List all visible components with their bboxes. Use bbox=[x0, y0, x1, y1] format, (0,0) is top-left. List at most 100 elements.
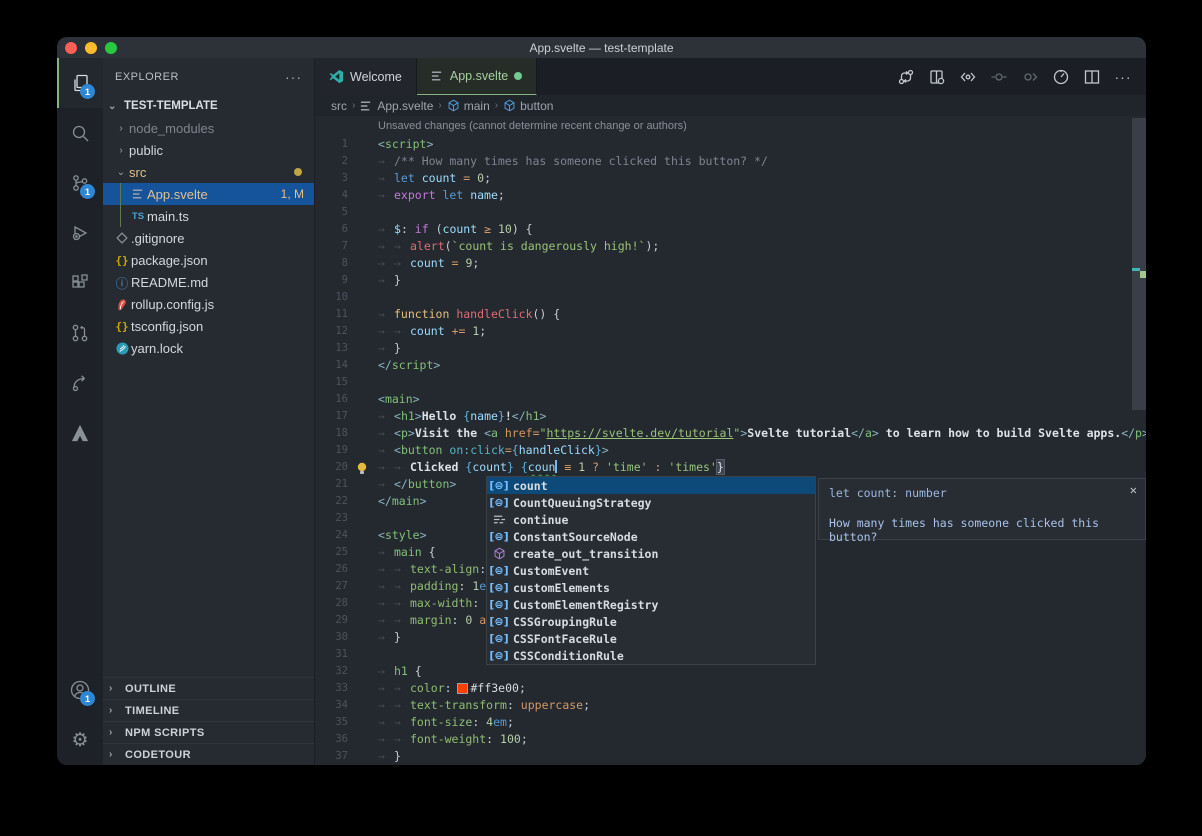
activity-item-pull-requests[interactable] bbox=[57, 308, 103, 358]
tree-item-.gitignore[interactable]: .gitignore bbox=[103, 227, 314, 249]
breadcrumb-item-button[interactable]: button bbox=[503, 99, 553, 113]
suggestion-CSSFontFaceRule[interactable]: [⊜]CSSFontFaceRule bbox=[487, 630, 815, 647]
glyph-margin bbox=[348, 374, 378, 391]
workspace-root-folder[interactable]: ⌄ TEST-TEMPLATE bbox=[103, 95, 314, 117]
tree-item-README.md[interactable]: ⓘREADME.md bbox=[103, 271, 314, 293]
open-changes-icon[interactable] bbox=[926, 66, 948, 88]
activity-item-live-share[interactable] bbox=[57, 358, 103, 408]
line-number: 36 bbox=[315, 731, 348, 748]
line-number: 4 bbox=[315, 187, 348, 204]
tree-item-src[interactable]: ⌄src bbox=[103, 161, 314, 183]
file-label: public bbox=[129, 143, 163, 158]
line-number: 28 bbox=[315, 595, 348, 612]
suggestion-CountQueuingStrategy[interactable]: [⊜]CountQueuingStrategy bbox=[487, 494, 815, 511]
glyph-margin bbox=[348, 510, 378, 527]
symbol-variable-icon: [⊜] bbox=[490, 530, 508, 543]
glyph-margin bbox=[348, 595, 378, 612]
breadcrumb-item-main[interactable]: main bbox=[447, 99, 490, 113]
tab-welcome[interactable]: Welcome bbox=[315, 58, 417, 95]
chevron-icon: ⌄ bbox=[113, 167, 129, 178]
glyph-margin bbox=[348, 153, 378, 170]
line-number: 34 bbox=[315, 697, 348, 714]
more-actions-icon[interactable]: ··· bbox=[1112, 66, 1134, 88]
glyph-margin bbox=[348, 340, 378, 357]
activity-item-source-control[interactable]: 1 bbox=[57, 158, 103, 208]
sidebar-section-codetour[interactable]: ›CODETOUR bbox=[103, 743, 314, 765]
sidebar-sections: ›OUTLINE›TIMELINE›NPM SCRIPTS›CODETOUR bbox=[103, 677, 314, 765]
line-number: 24 bbox=[315, 527, 348, 544]
tab-app-svelte[interactable]: App.svelte bbox=[417, 58, 537, 95]
split-editor-icon[interactable] bbox=[1081, 66, 1103, 88]
code-line-36: 36→→font-weight: 100; bbox=[315, 731, 1146, 748]
suggestion-ConstantSourceNode[interactable]: [⊜]ConstantSourceNode bbox=[487, 528, 815, 545]
activity-item-search[interactable] bbox=[57, 108, 103, 158]
yarn-icon bbox=[113, 342, 131, 355]
code-line-13: 13→} bbox=[315, 340, 1146, 357]
sidebar-section-npm-scripts[interactable]: ›NPM SCRIPTS bbox=[103, 721, 314, 743]
more-actions-icon[interactable]: ··· bbox=[285, 69, 302, 85]
symbol-variable-icon: [⊜] bbox=[490, 632, 508, 645]
code-line-3: 3→let count = 0; bbox=[315, 170, 1146, 187]
suggestion-CSSConditionRule[interactable]: [⊜]CSSConditionRule bbox=[487, 647, 815, 664]
activity-item-extensions[interactable] bbox=[57, 258, 103, 308]
suggestion-CSSGroupingRule[interactable]: [⊜]CSSGroupingRule bbox=[487, 613, 815, 630]
file-label: rollup.config.js bbox=[131, 297, 214, 312]
badge: 1 bbox=[80, 184, 95, 199]
intellisense-popup: [⊜]count[⊜]CountQueuingStrategycontinue[… bbox=[486, 476, 816, 665]
glyph-margin bbox=[348, 748, 378, 765]
glyph-margin bbox=[348, 170, 378, 187]
glyph-margin bbox=[348, 697, 378, 714]
chevron-down-icon: ⌄ bbox=[108, 101, 124, 112]
modified-dot bbox=[294, 168, 302, 176]
activity-item-settings[interactable]: ⚙ bbox=[57, 715, 103, 765]
tree-item-rollup.config.js[interactable]: rollup.config.js bbox=[103, 293, 314, 315]
code-line-8: 8→→count = 9; bbox=[315, 255, 1146, 272]
editor-scrollbar[interactable] bbox=[1132, 118, 1146, 410]
code-editor[interactable]: Unsaved changes (cannot determine recent… bbox=[315, 116, 1146, 765]
suggestion-count[interactable]: [⊜]count bbox=[487, 477, 815, 494]
suggestion-CustomEvent[interactable]: [⊜]CustomEvent bbox=[487, 562, 815, 579]
tree-item-main.ts[interactable]: TSmain.ts bbox=[103, 205, 314, 227]
suggestion-CustomElementRegistry[interactable]: [⊜]CustomElementRegistry bbox=[487, 596, 815, 613]
chevron-right-icon: › bbox=[109, 683, 125, 694]
gitignore-icon bbox=[113, 232, 131, 244]
sidebar-section-timeline[interactable]: ›TIMELINE bbox=[103, 699, 314, 721]
activity-item-azure[interactable] bbox=[57, 408, 103, 458]
line-number: 30 bbox=[315, 629, 348, 646]
git-compare-icon[interactable] bbox=[895, 66, 917, 88]
symbol-variable-icon: [⊜] bbox=[490, 581, 508, 594]
symbol-variable-icon: [⊜] bbox=[490, 496, 508, 509]
code-line-19: 19→<button on:click={handleClick}> bbox=[315, 442, 1146, 459]
glyph-margin bbox=[348, 731, 378, 748]
inline-view-icon[interactable] bbox=[957, 66, 979, 88]
tree-item-yarn.lock[interactable]: yarn.lock bbox=[103, 337, 314, 359]
line-number: 16 bbox=[315, 391, 348, 408]
line-number: 11 bbox=[315, 306, 348, 323]
previous-change-icon[interactable] bbox=[988, 66, 1010, 88]
next-change-icon[interactable] bbox=[1019, 66, 1041, 88]
line-number: 32 bbox=[315, 663, 348, 680]
breadcrumb-item-src[interactable]: src bbox=[331, 99, 347, 113]
activity-item-run-debug[interactable] bbox=[57, 208, 103, 258]
gitlens-annotation[interactable]: Unsaved changes (cannot determine recent… bbox=[315, 116, 1146, 136]
line-number: 14 bbox=[315, 357, 348, 374]
activity-item-accounts[interactable]: 1 bbox=[57, 665, 103, 715]
suggestion-customElements[interactable]: [⊜]customElements bbox=[487, 579, 815, 596]
tree-item-public[interactable]: ›public bbox=[103, 139, 314, 161]
glyph-margin bbox=[348, 527, 378, 544]
breadcrumb-item-app-svelte[interactable]: App.svelte bbox=[360, 99, 433, 113]
title-bar[interactable]: App.svelte — test-template bbox=[57, 37, 1146, 58]
tree-item-tsconfig.json[interactable]: {}tsconfig.json bbox=[103, 315, 314, 337]
tree-item-App.svelte[interactable]: App.svelte1, M bbox=[103, 183, 314, 205]
chevron-icon: › bbox=[113, 123, 129, 134]
suggestion-create_out_transition[interactable]: create_out_transition bbox=[487, 545, 815, 562]
run-profile-icon[interactable] bbox=[1050, 66, 1072, 88]
live-share-icon bbox=[70, 373, 90, 393]
close-icon[interactable]: ✕ bbox=[1130, 483, 1137, 497]
suggestion-continue[interactable]: continue bbox=[487, 511, 815, 528]
activity-item-explorer[interactable]: 1 bbox=[57, 58, 103, 108]
tree-item-node_modules[interactable]: ›node_modules bbox=[103, 117, 314, 139]
sidebar-section-outline[interactable]: ›OUTLINE bbox=[103, 677, 314, 699]
lightbulb-icon[interactable] bbox=[348, 459, 378, 476]
tree-item-package.json[interactable]: {}package.json bbox=[103, 249, 314, 271]
